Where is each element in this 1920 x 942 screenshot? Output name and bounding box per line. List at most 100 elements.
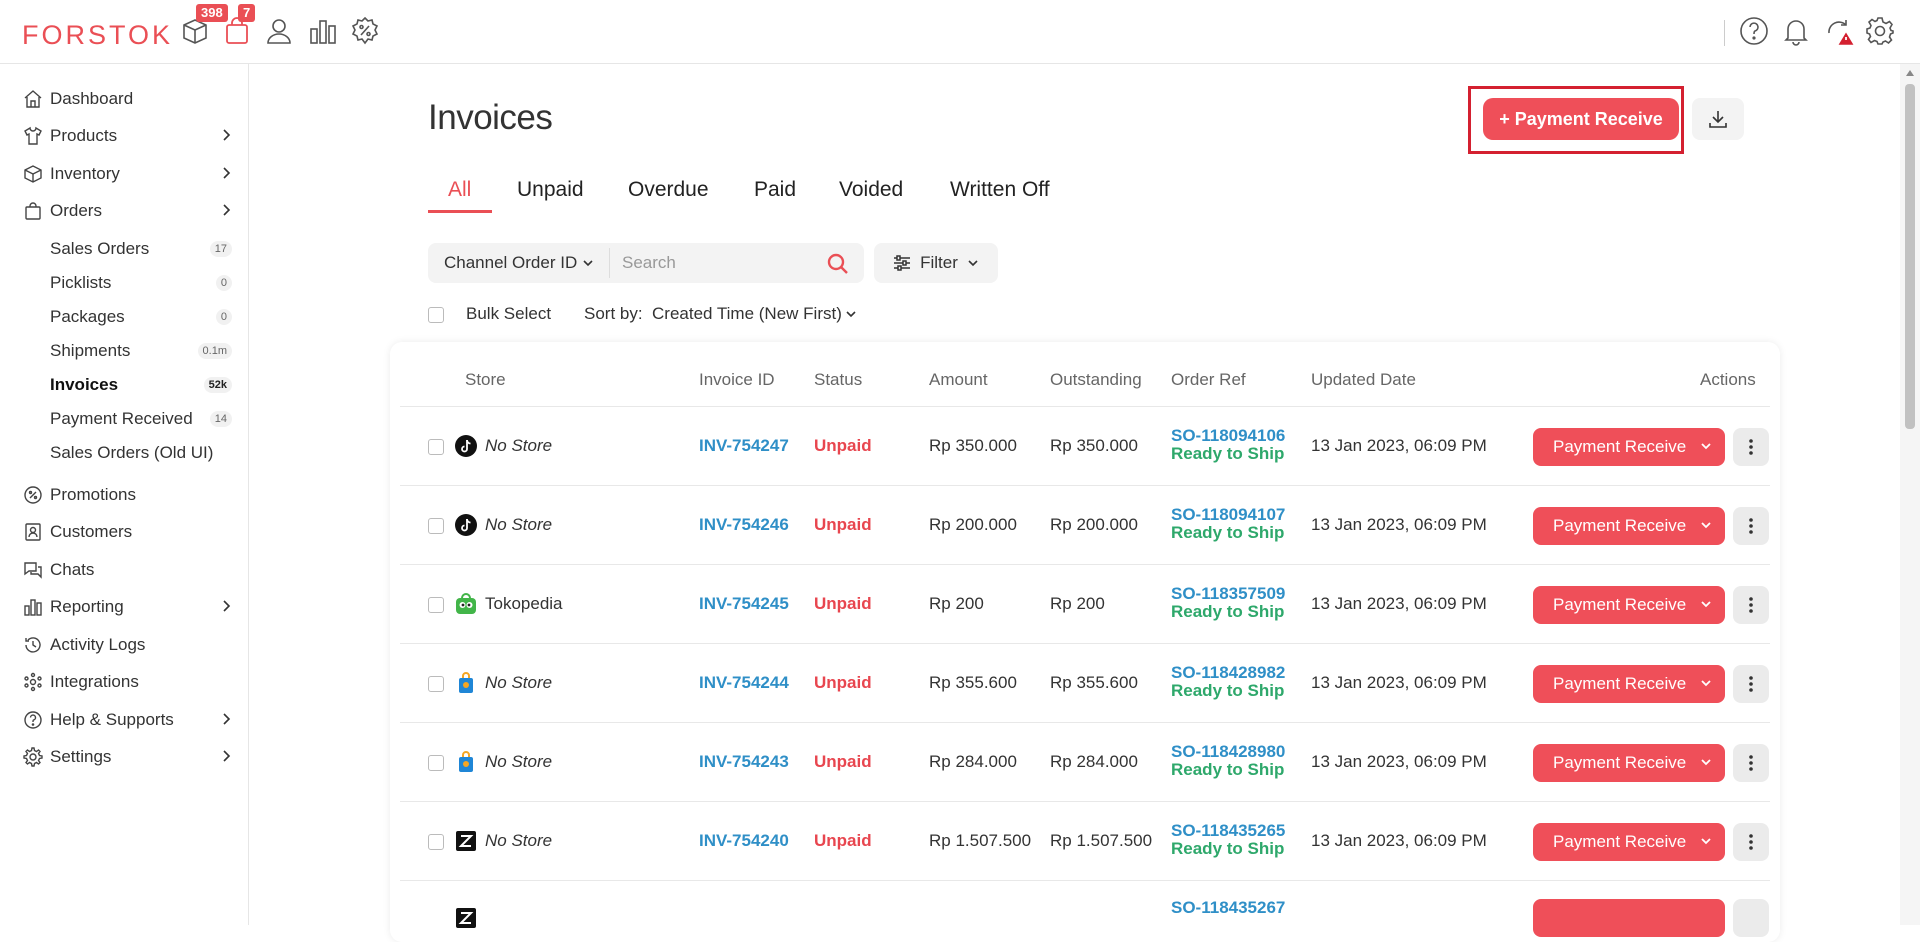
sidebar-subitem-sales-orders[interactable]: Sales Orders 17 <box>50 236 232 262</box>
sidebar-item-products[interactable]: Products <box>22 122 234 150</box>
store-name: No Store <box>485 515 553 534</box>
invoice-id-link[interactable]: INV-754246 <box>699 515 789 535</box>
payment-receive-label: Payment Receive <box>1553 516 1687 535</box>
status-badge: Unpaid <box>814 752 872 771</box>
chevron-down-icon <box>1701 601 1711 608</box>
order-ref-link[interactable]: SO-118435267 <box>1171 899 1285 917</box>
sidebar-item-customers[interactable]: Customers <box>22 518 234 546</box>
analytics-icon[interactable] <box>306 14 340 48</box>
more-actions-button[interactable] <box>1733 507 1769 545</box>
row-checkbox[interactable] <box>428 676 444 692</box>
order-ref-link[interactable]: SO-118094106 <box>1171 427 1285 445</box>
search-field-select[interactable]: Channel Order ID <box>444 253 595 273</box>
more-actions-button[interactable] <box>1733 665 1769 703</box>
sidebar-item-integrations[interactable]: Integrations <box>22 668 234 696</box>
bell-icon[interactable] <box>1779 14 1813 48</box>
column-header-outstanding: Outstanding <box>1050 370 1142 389</box>
row-checkbox[interactable] <box>428 518 444 534</box>
search-icon[interactable] <box>826 252 850 276</box>
invoice-id-link[interactable]: INV-754240 <box>699 831 789 851</box>
help-icon[interactable] <box>1737 14 1771 48</box>
payment-receive-button[interactable]: Payment Receive <box>1533 428 1725 466</box>
search-input[interactable] <box>622 251 822 275</box>
invoice-id-link[interactable]: INV-754243 <box>699 752 789 772</box>
sidebar-item-label: Customers <box>50 522 133 541</box>
chevron-down-icon <box>1701 838 1711 845</box>
bulk-select-checkbox[interactable] <box>428 307 444 323</box>
payment-receive-button[interactable]: Payment Receive <box>1533 507 1725 545</box>
sidebar-subitem-invoices[interactable]: Invoices 52k <box>50 372 232 398</box>
add-payment-receive-button[interactable]: + Payment Receive <box>1483 98 1679 140</box>
row-checkbox[interactable] <box>428 755 444 771</box>
scroll-up-arrow-icon[interactable] <box>1906 70 1914 76</box>
payment-receive-button[interactable]: Payment Receive <box>1533 586 1725 624</box>
more-actions-button[interactable] <box>1733 586 1769 624</box>
table-row[interactable]: No Store INV-754244 Unpaid Rp 355.600 Rp… <box>400 643 1770 723</box>
sort-select[interactable]: Created Time (New First) <box>652 304 858 324</box>
tab-unpaid[interactable]: Unpaid <box>515 178 586 218</box>
order-ref-link[interactable]: SO-118435265 <box>1171 822 1285 840</box>
order-ref-link[interactable]: SO-118094107 <box>1171 506 1285 524</box>
tab-overdue[interactable]: Overdue <box>626 178 711 218</box>
sidebar-subitem-shipments[interactable]: Shipments 0.1m <box>50 338 232 364</box>
scrollbar-thumb[interactable] <box>1905 84 1915 429</box>
discount-icon[interactable] <box>348 14 382 48</box>
sidebar-item-dashboard[interactable]: Dashboard <box>22 85 234 113</box>
invoice-id-link[interactable]: INV-754247 <box>699 436 789 456</box>
sidebar-item-inventory[interactable]: Inventory <box>22 160 234 188</box>
sidebar-subitem-picklists[interactable]: Picklists 0 <box>50 270 232 296</box>
more-actions-button[interactable] <box>1733 823 1769 861</box>
settings-gear-icon[interactable] <box>1863 14 1897 48</box>
row-checkbox[interactable] <box>428 597 444 613</box>
more-actions-button[interactable] <box>1733 899 1769 937</box>
invoice-id-link[interactable]: INV-754245 <box>699 594 789 614</box>
user-icon[interactable] <box>262 14 296 48</box>
payment-receive-button[interactable]: Payment Receive <box>1533 665 1725 703</box>
table-row[interactable]: No Store INV-754246 Unpaid Rp 200.000 Rp… <box>400 485 1770 565</box>
row-checkbox[interactable] <box>428 439 444 455</box>
chevron-right-icon <box>223 750 231 762</box>
table-row[interactable]: No Store INV-754240 Unpaid Rp 1.507.500 … <box>400 801 1770 881</box>
sidebar-subitem-packages[interactable]: Packages 0 <box>50 304 232 330</box>
sidebar-item-reporting[interactable]: Reporting <box>22 593 234 621</box>
sidebar-subitem-payment-received[interactable]: Payment Received 14 <box>50 406 232 432</box>
tiktok-icon <box>455 435 477 457</box>
more-vertical-icon <box>1749 439 1753 455</box>
sidebar-item-help-supports[interactable]: Help & Supports <box>22 706 234 734</box>
download-button[interactable] <box>1692 98 1744 140</box>
forstok-logo[interactable]: FORSTOK <box>22 20 173 51</box>
tab-written-off[interactable]: Written Off <box>948 178 1052 218</box>
order-ref-link[interactable]: SO-118357509 <box>1171 585 1285 603</box>
filter-button[interactable]: Filter <box>874 243 998 283</box>
status-badge: Unpaid <box>814 831 872 850</box>
table-row[interactable]: No Store INV-754247 Unpaid Rp 350.000 Rp… <box>400 406 1770 486</box>
tab-voided[interactable]: Voided <box>837 178 905 218</box>
order-ref-status: Ready to Ship <box>1171 444 1285 463</box>
page-scrollbar[interactable] <box>1900 64 1920 925</box>
sidebar-subitem-label: Sales Orders (Old UI) <box>50 443 214 462</box>
more-actions-button[interactable] <box>1733 744 1769 782</box>
sync-alert-icon[interactable] <box>1823 14 1857 48</box>
order-ref-link[interactable]: SO-118428980 <box>1171 743 1285 761</box>
payment-receive-button[interactable]: Payment Receive <box>1533 823 1725 861</box>
more-actions-button[interactable] <box>1733 428 1769 466</box>
payment-receive-label: Payment Receive <box>1553 437 1687 456</box>
order-ref-link[interactable]: SO-118428982 <box>1171 664 1285 682</box>
row-checkbox[interactable] <box>428 834 444 850</box>
tab-paid[interactable]: Paid <box>752 178 798 218</box>
sidebar-item-settings[interactable]: Settings <box>22 743 234 771</box>
sidebar-item-promotions[interactable]: Promotions <box>22 481 234 509</box>
table-row[interactable]: SO-118435267 <box>400 880 1770 942</box>
table-row[interactable]: No Store INV-754243 Unpaid Rp 284.000 Rp… <box>400 722 1770 802</box>
sidebar-item-chats[interactable]: Chats <box>22 556 234 584</box>
sidebar-item-activity-logs[interactable]: Activity Logs <box>22 631 234 659</box>
invoice-id-link[interactable]: INV-754244 <box>699 673 789 693</box>
payment-receive-button[interactable]: Payment Receive <box>1533 744 1725 782</box>
payment-receive-button[interactable] <box>1533 899 1725 937</box>
count-badge: 0.1m <box>197 343 232 359</box>
payment-receive-label: Payment Receive <box>1553 595 1687 614</box>
sidebar-item-orders[interactable]: Orders <box>22 197 234 225</box>
table-row[interactable]: Tokopedia INV-754245 Unpaid Rp 200 Rp 20… <box>400 564 1770 644</box>
sidebar-subitem-sales-orders-old-ui[interactable]: Sales Orders (Old UI) <box>50 440 232 466</box>
orders-count-badge: 7 <box>238 4 256 22</box>
